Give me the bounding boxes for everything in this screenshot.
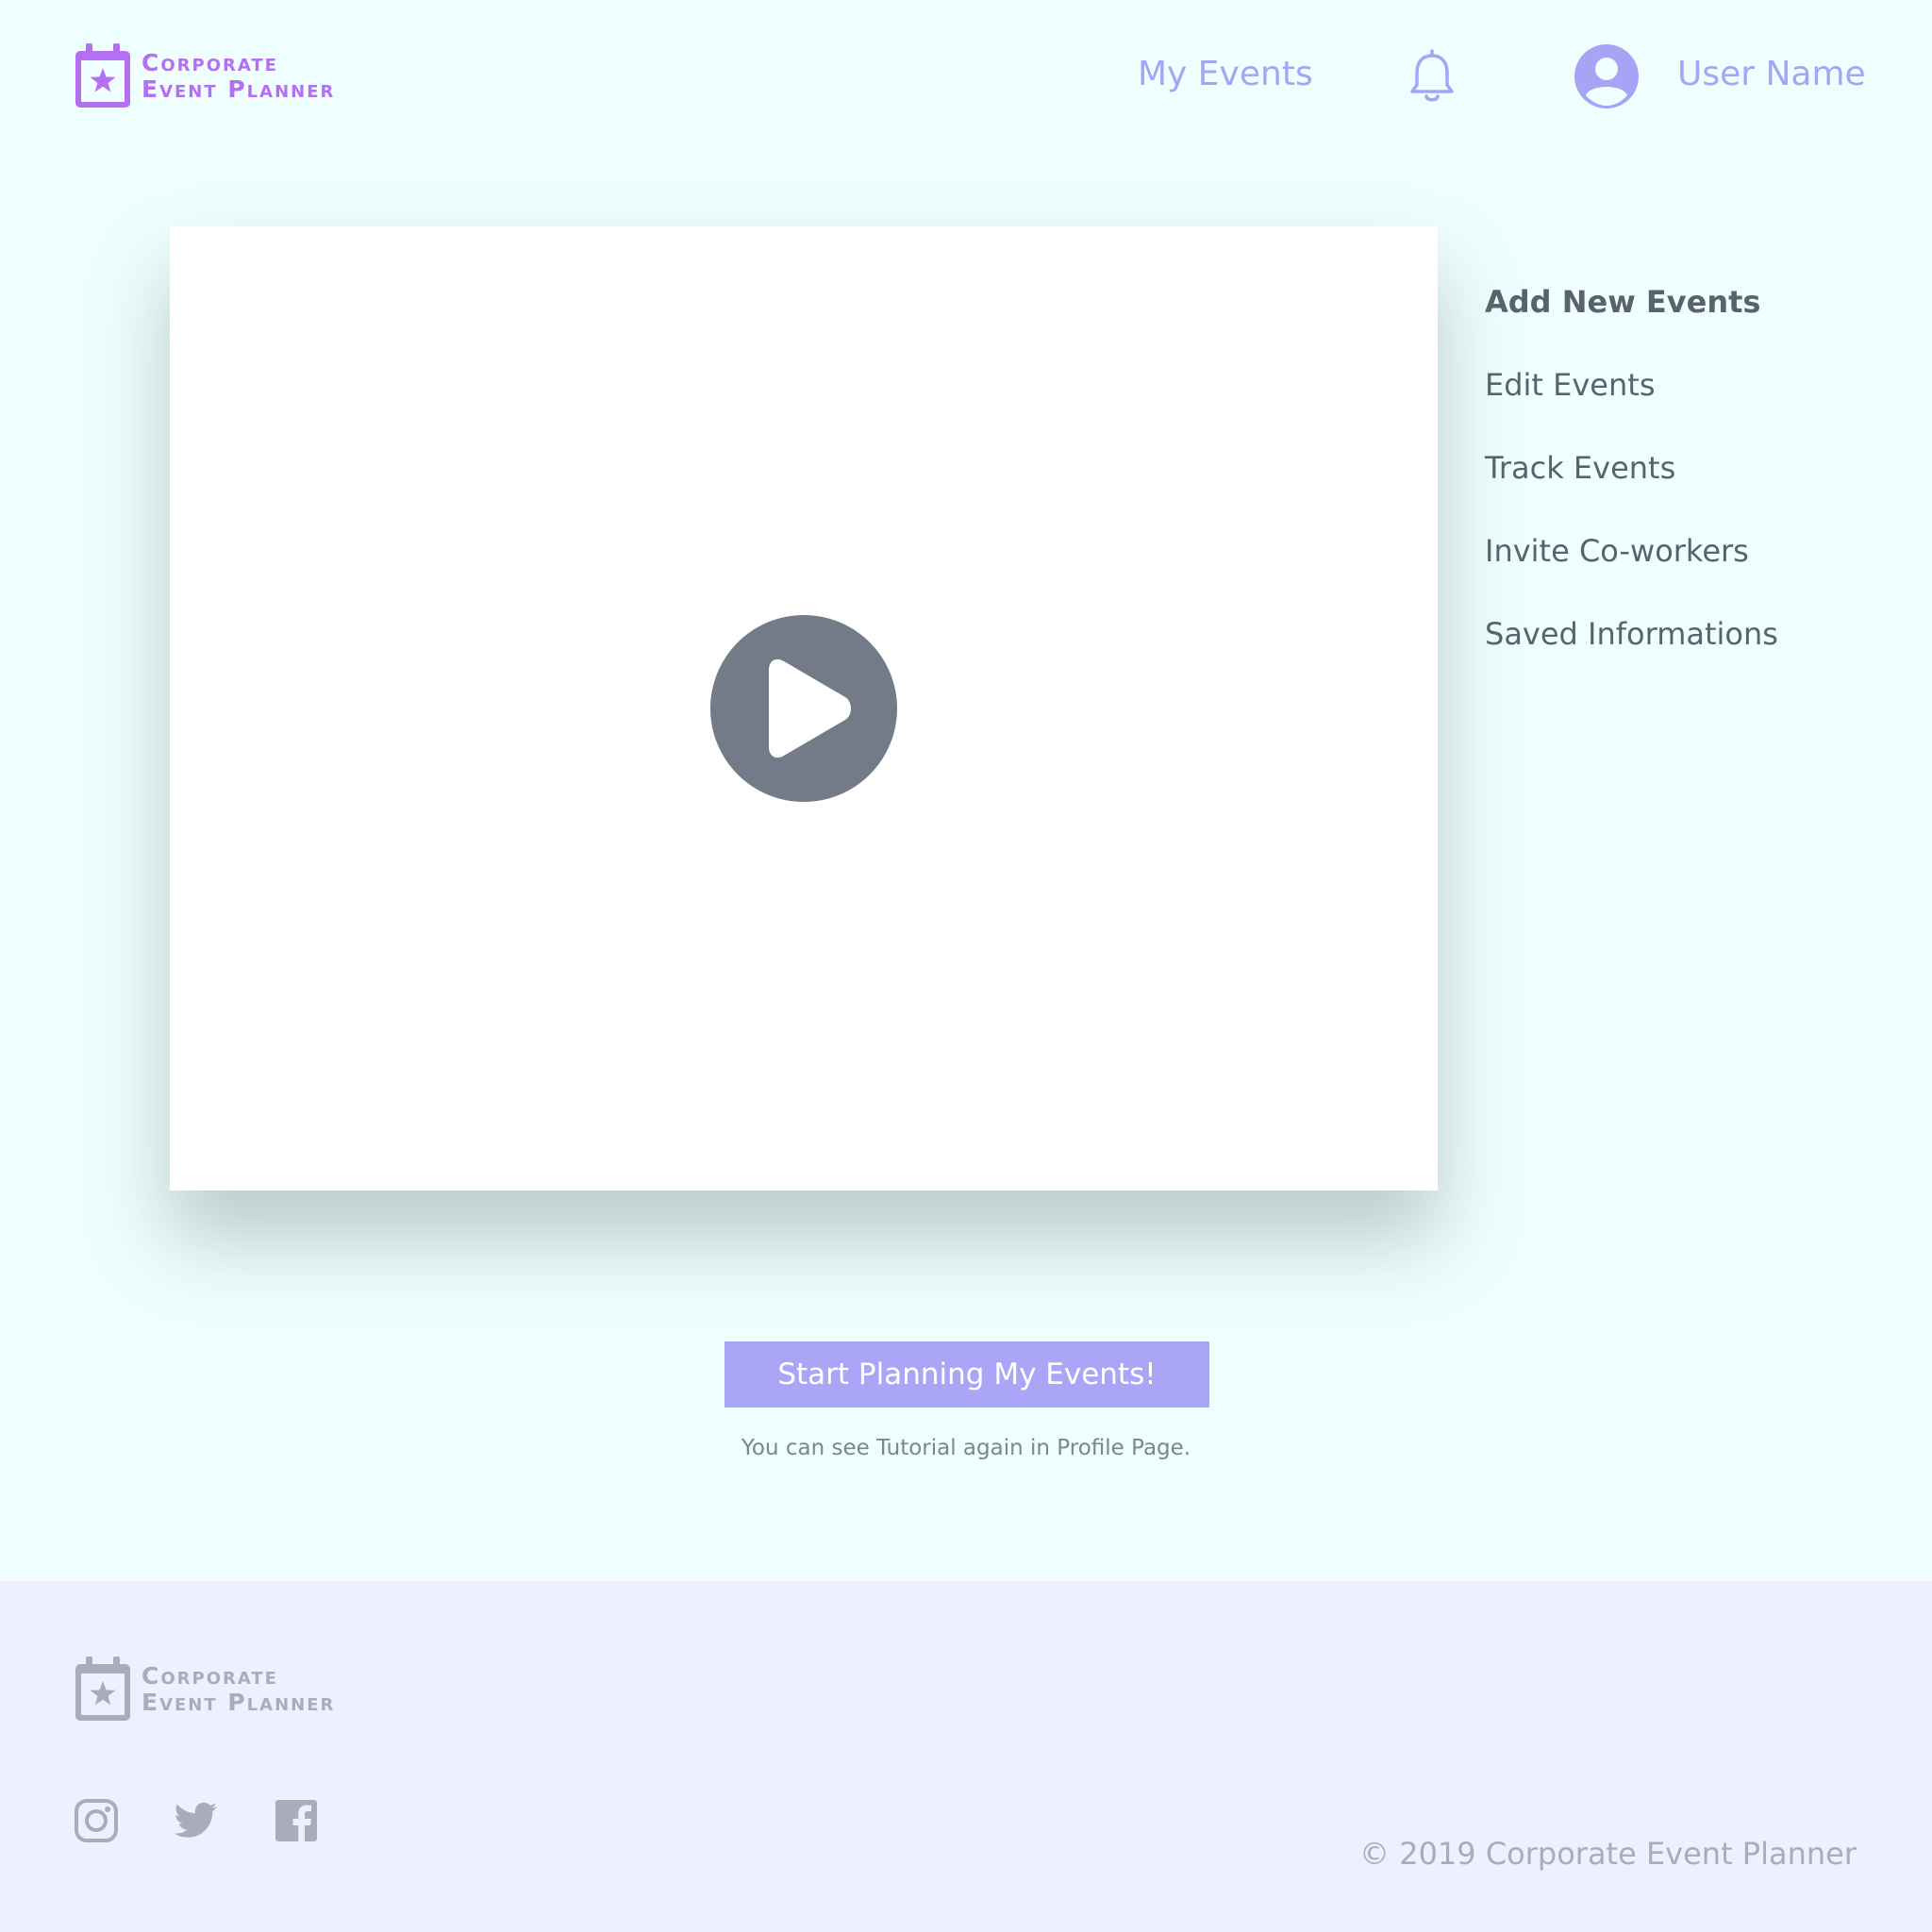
footer-brand-logo[interactable]: Corporate Event Planner xyxy=(74,1657,335,1723)
side-menu-add-new-events[interactable]: Add New Events xyxy=(1485,279,1778,362)
footer-brand-line-2: Event Planner xyxy=(142,1689,336,1716)
brand-logo[interactable]: Corporate Event Planner xyxy=(74,43,335,109)
facebook-icon[interactable] xyxy=(274,1798,319,1843)
header: Corporate Event Planner My Events User N… xyxy=(0,0,1932,160)
twitter-icon[interactable] xyxy=(174,1798,219,1843)
brand-line-1: Corporate xyxy=(142,49,278,76)
side-menu-saved-informations[interactable]: Saved Informations xyxy=(1485,611,1778,694)
brand-name: Corporate Event Planner xyxy=(142,50,335,103)
brand-line-2: Event Planner xyxy=(142,75,336,103)
footer xyxy=(0,1581,1932,1932)
footer-brand-line-1: Corporate xyxy=(142,1662,278,1690)
play-icon[interactable] xyxy=(710,615,897,802)
tutorial-hint: You can see Tutorial again in Profile Pa… xyxy=(741,1436,1191,1460)
calendar-star-icon xyxy=(75,43,130,108)
nav-my-events[interactable]: My Events xyxy=(1138,55,1313,93)
calendar-star-icon xyxy=(75,1657,130,1721)
side-menu-edit-events[interactable]: Edit Events xyxy=(1485,362,1778,445)
bell-icon[interactable] xyxy=(1407,49,1457,104)
start-planning-button[interactable]: Start Planning My Events! xyxy=(724,1341,1209,1407)
user-avatar-icon[interactable] xyxy=(1574,43,1640,109)
side-menu: Add New Events Edit Events Track Events … xyxy=(1485,279,1778,694)
user-name[interactable]: User Name xyxy=(1677,55,1866,93)
instagram-icon[interactable] xyxy=(74,1798,119,1843)
tutorial-video[interactable] xyxy=(170,226,1438,1191)
side-menu-track-events[interactable]: Track Events xyxy=(1485,445,1778,528)
copyright: © 2019 Corporate Event Planner xyxy=(1359,1836,1857,1872)
footer-brand-name: Corporate Event Planner xyxy=(142,1663,335,1716)
side-menu-invite-co-workers[interactable]: Invite Co-workers xyxy=(1485,528,1778,611)
